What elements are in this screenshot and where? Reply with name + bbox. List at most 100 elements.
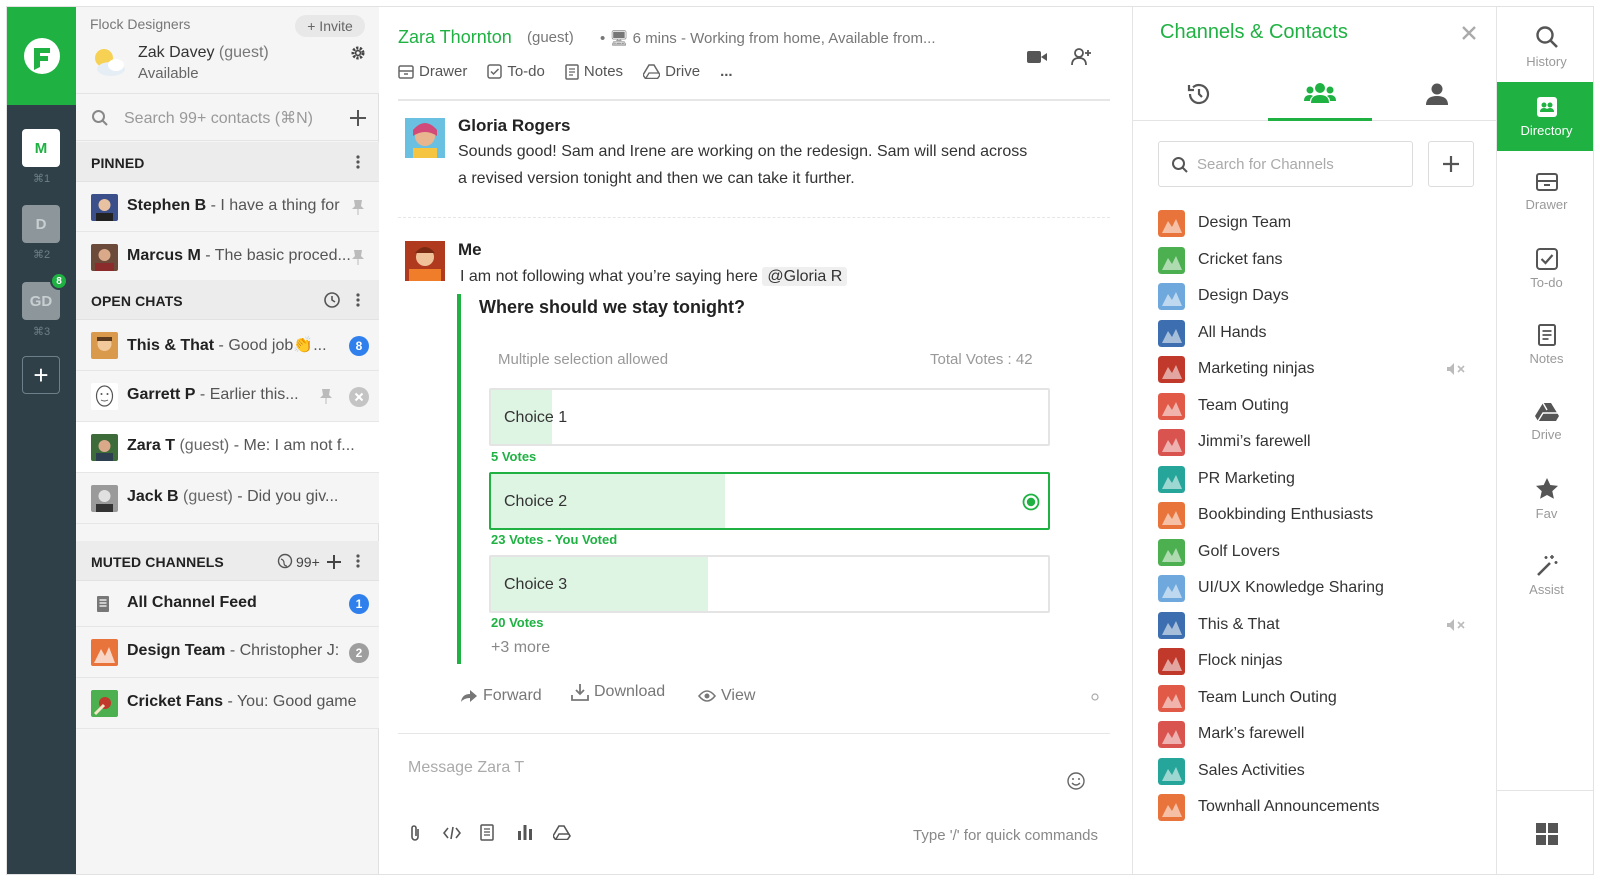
plus-icon[interactable] (348, 108, 368, 128)
close-icon[interactable] (1461, 25, 1477, 41)
channel-item[interactable]: PR Marketing (1158, 462, 1478, 498)
channel-item[interactable]: Marketing ninjas (1158, 352, 1478, 388)
pin-icon[interactable] (320, 388, 332, 404)
tool-todo[interactable]: To-do (1497, 234, 1593, 304)
channel-item[interactable]: Townhall Announcements (1158, 790, 1478, 826)
chat-name: This & That - Good job👏... (127, 335, 327, 355)
notes-icon (1537, 324, 1556, 346)
tab-channels[interactable] (1268, 67, 1372, 121)
mention-tag[interactable]: @Gloria R (762, 267, 848, 286)
pin-icon[interactable] (352, 249, 364, 265)
more-vertical-icon[interactable] (355, 154, 361, 170)
pinned-chat-row[interactable]: Stephen B - I have a thing for (76, 182, 379, 232)
attachment-icon[interactable] (408, 824, 422, 842)
tab-recent[interactable] (1147, 67, 1251, 121)
muted-channel-row[interactable]: All Channel Feed 1 (76, 581, 379, 627)
channel-item[interactable]: Mark’s farewell (1158, 717, 1478, 753)
channel-item[interactable]: This & That (1158, 608, 1478, 644)
view-button[interactable]: View (698, 687, 755, 705)
forward-button[interactable]: Forward (460, 687, 542, 705)
channel-item[interactable]: Design Days (1158, 279, 1478, 315)
chat-preview: - Good job👏... (214, 337, 327, 354)
channel-item[interactable]: UI/UX Knowledge Sharing (1158, 571, 1478, 607)
message-author[interactable]: Me (458, 240, 482, 260)
open-chat-row-selected[interactable]: Zara T (guest) - Me: I am not f... (76, 422, 379, 473)
invite-button[interactable]: + Invite (295, 15, 365, 37)
chat-title[interactable]: Zara Thornton (398, 27, 512, 48)
channel-item[interactable]: Cricket fans (1158, 243, 1478, 279)
channel-item[interactable]: Bookbinding Enthusiasts (1158, 498, 1478, 534)
team-switch-d[interactable]: D (22, 205, 60, 243)
add-person-icon[interactable] (1070, 47, 1092, 67)
more-vertical-icon[interactable] (355, 553, 361, 569)
contact-search-input[interactable]: Search 99+ contacts (⌘N) (124, 108, 313, 128)
channel-item[interactable]: Team Outing (1158, 389, 1478, 425)
history-icon[interactable] (323, 291, 341, 309)
contact-search[interactable]: Search 99+ contacts (⌘N) (76, 93, 379, 141)
team-switch-m[interactable]: M (22, 129, 60, 167)
emoji-icon[interactable] (1067, 772, 1085, 790)
avatar (91, 383, 118, 410)
pin-icon[interactable] (352, 199, 364, 215)
tool-directory[interactable]: Directory (1497, 82, 1593, 151)
tab-notes[interactable]: Notes (565, 63, 623, 80)
channel-avatar (1158, 283, 1185, 310)
tool-drawer[interactable]: Drawer (1497, 157, 1593, 227)
channel-item[interactable]: All Hands (1158, 316, 1478, 352)
download-button[interactable]: Download (571, 683, 665, 701)
plus-icon[interactable] (326, 554, 342, 570)
tab-todo[interactable]: To-do (487, 63, 545, 80)
tool-fav[interactable]: Fav (1497, 464, 1593, 534)
channel-search-input[interactable]: Search for Channels (1197, 156, 1334, 173)
tab-drive[interactable]: Drive (643, 63, 700, 80)
open-chat-row[interactable]: This & That - Good job👏... 8 (76, 320, 379, 371)
tool-notes[interactable]: Notes (1497, 310, 1593, 380)
more-vertical-icon[interactable] (355, 292, 361, 308)
drive-icon[interactable] (553, 825, 571, 840)
tool-history[interactable]: History (1497, 12, 1593, 82)
tool-label: To-do (1530, 275, 1563, 290)
radio-selected-icon (1022, 493, 1040, 511)
tool-drive[interactable]: Drive (1497, 387, 1593, 457)
team-unread-badge: 8 (50, 272, 68, 290)
add-channel-button[interactable] (1428, 141, 1474, 187)
flock-logo[interactable] (7, 7, 76, 105)
apps-grid-button[interactable] (1497, 790, 1593, 874)
note-icon[interactable] (480, 824, 494, 841)
poll-choice-voted[interactable]: Choice 2 (489, 472, 1050, 530)
search-icon (92, 110, 108, 126)
muted-channel-row[interactable]: Design Team - Christopher J: 2 (76, 627, 379, 678)
channel-item[interactable]: Team Lunch Outing (1158, 681, 1478, 717)
poll-icon[interactable] (517, 824, 533, 840)
channel-item[interactable]: Jimmi’s farewell (1158, 425, 1478, 461)
code-snippet-icon[interactable] (443, 826, 461, 840)
channel-search[interactable]: Search for Channels (1158, 141, 1413, 187)
message-input[interactable]: Message Zara T (408, 759, 524, 777)
channel-item[interactable]: Flock ninjas (1158, 644, 1478, 680)
pinned-chat-row[interactable]: Marcus M - The basic proced... (76, 232, 379, 282)
user-avatar[interactable] (92, 45, 126, 79)
tab-contacts[interactable] (1385, 67, 1489, 121)
poll-choice[interactable]: Choice 3 (489, 555, 1050, 613)
poll-more-link[interactable]: +3 more (491, 639, 550, 657)
message-author[interactable]: Gloria Rogers (458, 116, 570, 136)
close-chat-icon[interactable] (349, 387, 369, 407)
tab-drawer[interactable]: Drawer (398, 63, 467, 80)
group-icon (1304, 82, 1336, 103)
video-call-icon[interactable] (1026, 49, 1048, 65)
muted-channels-title: MUTED CHANNELS (91, 554, 224, 570)
open-chat-row[interactable]: Garrett P - Earlier this... (76, 371, 379, 422)
user-status[interactable]: Available (138, 65, 199, 82)
tab-more[interactable]: ... (720, 63, 733, 80)
add-team-button[interactable]: + (22, 356, 60, 394)
tool-assist[interactable]: Assist (1497, 540, 1593, 610)
tool-label: Drawer (1525, 197, 1568, 212)
channel-item[interactable]: Design Team (1158, 206, 1478, 242)
muted-channel-row[interactable]: Cricket Fans - You: Good game (76, 678, 379, 729)
chat-header: Zara Thornton (guest) • 🖥 6 mins - Worki… (398, 7, 1110, 101)
channel-item[interactable]: Sales Activities (1158, 754, 1478, 790)
poll-choice[interactable]: Choice 1 (489, 388, 1050, 446)
open-chat-row[interactable]: Jack B (guest) - Did you giv... (76, 473, 379, 524)
gear-icon[interactable] (350, 45, 366, 61)
channel-item[interactable]: Golf Lovers (1158, 535, 1478, 571)
